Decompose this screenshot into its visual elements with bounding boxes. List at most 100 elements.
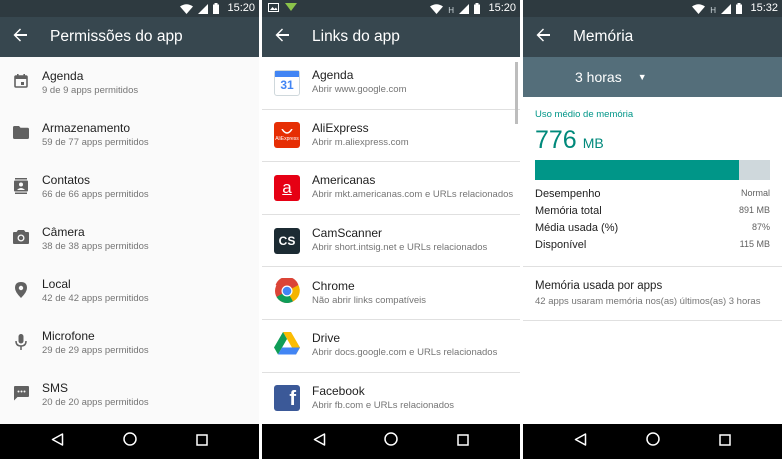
status-bar: H 15:20 xyxy=(262,0,520,17)
app-link-camscanner[interactable]: CS CamScanner Abrir short.intsig.net e UR… xyxy=(262,215,520,268)
app-link-title: AliExpress xyxy=(312,120,369,135)
battery-icon xyxy=(736,3,742,17)
nav-home-icon[interactable] xyxy=(384,432,399,451)
camscanner-icon: CS xyxy=(274,227,300,254)
app-link-facebook[interactable]: f Facebook Abrir fb.com e URLs relacionad… xyxy=(262,373,520,426)
memory-screen: H 15:32 Memória 3 horas ▼ Uso médio de m… xyxy=(523,0,782,459)
permission-item-armazenamento[interactable]: Armazenamento 59 de 77 apps permitidos xyxy=(0,109,259,161)
battery-icon xyxy=(474,3,480,17)
permission-title: Contatos xyxy=(42,173,91,187)
app-link-drive[interactable]: Drive Abrir docs.google.com e URLs relaci… xyxy=(262,320,520,373)
status-time: 15:20 xyxy=(488,2,516,14)
app-toolbar: Links do app xyxy=(262,17,520,57)
nav-recents-icon[interactable] xyxy=(457,433,469,451)
arrow-back-icon xyxy=(536,28,550,47)
arrow-back-icon xyxy=(13,28,27,47)
navigation-bar xyxy=(262,424,520,459)
nav-recents-icon[interactable] xyxy=(718,433,731,451)
avg-memory-label: Uso médio de memória xyxy=(535,109,634,120)
memory-usage-bar xyxy=(535,160,770,180)
permission-subtitle: 29 de 29 apps permitidos xyxy=(42,345,149,356)
permission-subtitle: 42 de 42 apps permitidos xyxy=(42,293,149,304)
app-link-aliexpress[interactable]: AliExpress AliExpress Abrir m.aliexpress.… xyxy=(262,110,520,163)
location-icon xyxy=(15,282,27,303)
stat-value: 115 MB xyxy=(739,239,770,249)
app-link-title: Chrome xyxy=(312,278,355,293)
permission-subtitle: 20 de 20 apps permitidos xyxy=(42,397,149,408)
navigation-bar xyxy=(0,424,259,459)
stat-key: Desempenho xyxy=(535,188,601,200)
apps-memory-item[interactable]: Memória usada por apps 42 apps usaram me… xyxy=(523,267,782,321)
network-type-indicator: H xyxy=(448,5,454,15)
permission-title: Microfone xyxy=(42,329,95,343)
drive-icon xyxy=(274,331,300,360)
period-selected-value: 3 horas xyxy=(575,69,622,85)
permission-item-camera[interactable]: Câmera 38 de 38 apps permitidos xyxy=(0,213,259,265)
permission-subtitle: 66 de 66 apps permitidos xyxy=(42,189,149,200)
app-link-subtitle: Abrir fb.com e URLs relacionados xyxy=(312,399,455,411)
camera-icon xyxy=(13,230,29,249)
permission-item-agenda[interactable]: Agenda 9 de 9 apps permitidos xyxy=(0,57,259,109)
facebook-icon: f xyxy=(274,385,300,412)
app-link-americanas[interactable]: a Americanas Abrir mkt.americanas.com e U… xyxy=(262,162,520,215)
app-link-title: Drive xyxy=(312,331,341,346)
avg-memory-number: 776 xyxy=(535,126,577,154)
google-calendar-icon-label: 31 xyxy=(280,78,294,93)
back-button[interactable] xyxy=(0,28,40,47)
avg-memory-unit: MB xyxy=(582,135,604,151)
page-title: Memória xyxy=(573,28,634,45)
folder-icon xyxy=(13,126,29,144)
permission-list: Agenda 9 de 9 apps permitidos Armazenamen… xyxy=(0,57,259,421)
signal-icon xyxy=(459,3,469,17)
period-dropdown[interactable]: 3 horas ▼ xyxy=(523,57,782,97)
app-link-subtitle: Abrir m.aliexpress.com xyxy=(312,136,409,148)
app-link-subtitle: Não abrir links compatíveis xyxy=(312,294,427,306)
download-notification-icon xyxy=(285,3,297,15)
wifi-icon xyxy=(430,3,444,17)
stat-key: Memória total xyxy=(535,205,602,217)
stat-row: Média usada (%) 87% xyxy=(535,222,770,235)
nav-back-icon[interactable] xyxy=(51,432,64,451)
stat-row: Disponível 115 MB xyxy=(535,239,770,252)
memory-usage-bar-fill xyxy=(535,160,740,180)
app-link-subtitle: Abrir www.google.com xyxy=(312,84,407,96)
status-time: 15:32 xyxy=(750,2,778,14)
app-links-list: 31 Agenda Abrir www.google.com AliExpress… xyxy=(262,57,520,426)
nav-home-icon[interactable] xyxy=(646,432,660,451)
back-button[interactable] xyxy=(262,28,302,47)
permission-item-contatos[interactable]: Contatos 66 de 66 apps permitidos xyxy=(0,161,259,213)
permission-title: Local xyxy=(42,277,71,291)
app-link-title: Facebook xyxy=(312,383,365,398)
wifi-icon xyxy=(180,3,193,17)
permission-item-microfone[interactable]: Microfone 29 de 29 apps permitidos xyxy=(0,317,259,369)
back-button[interactable] xyxy=(523,28,563,47)
scrollbar[interactable] xyxy=(515,62,518,124)
signal-icon xyxy=(198,3,208,17)
app-link-subtitle: Abrir short.intsig.net e URLs relacionad… xyxy=(312,242,488,254)
wifi-icon xyxy=(692,3,706,17)
app-link-title: Agenda xyxy=(312,68,354,83)
stat-value: 87% xyxy=(751,222,770,232)
status-time: 15:20 xyxy=(227,2,255,14)
app-link-subtitle: Abrir mkt.americanas.com e URLs relacion… xyxy=(312,189,514,201)
battery-icon xyxy=(213,3,219,17)
nav-back-icon[interactable] xyxy=(313,432,326,451)
permission-title: Agenda xyxy=(42,69,84,83)
image-notification-icon xyxy=(268,3,279,15)
status-bar: 15:20 xyxy=(0,0,259,17)
nav-home-icon[interactable] xyxy=(123,432,137,451)
avg-memory-value: 776 MB xyxy=(535,126,770,155)
permission-item-sms[interactable]: SMS 20 de 20 apps permitidos xyxy=(0,369,259,421)
memory-stats: Desempenho Normal Memória total 891 MB Méd… xyxy=(535,188,770,252)
arrow-back-icon xyxy=(275,28,289,47)
permission-title: SMS xyxy=(42,381,69,395)
americanas-icon: a xyxy=(274,174,300,201)
permission-item-local[interactable]: Local 42 de 42 apps permitidos xyxy=(0,265,259,317)
dropdown-arrow-icon: ▼ xyxy=(637,72,647,82)
contacts-icon xyxy=(14,178,28,199)
app-link-agenda[interactable]: 31 Agenda Abrir www.google.com xyxy=(262,57,520,110)
page-title: Links do app xyxy=(312,28,400,45)
nav-back-icon[interactable] xyxy=(574,432,587,451)
app-link-chrome[interactable]: Chrome Não abrir links compatíveis xyxy=(262,267,520,320)
nav-recents-icon[interactable] xyxy=(195,433,208,451)
